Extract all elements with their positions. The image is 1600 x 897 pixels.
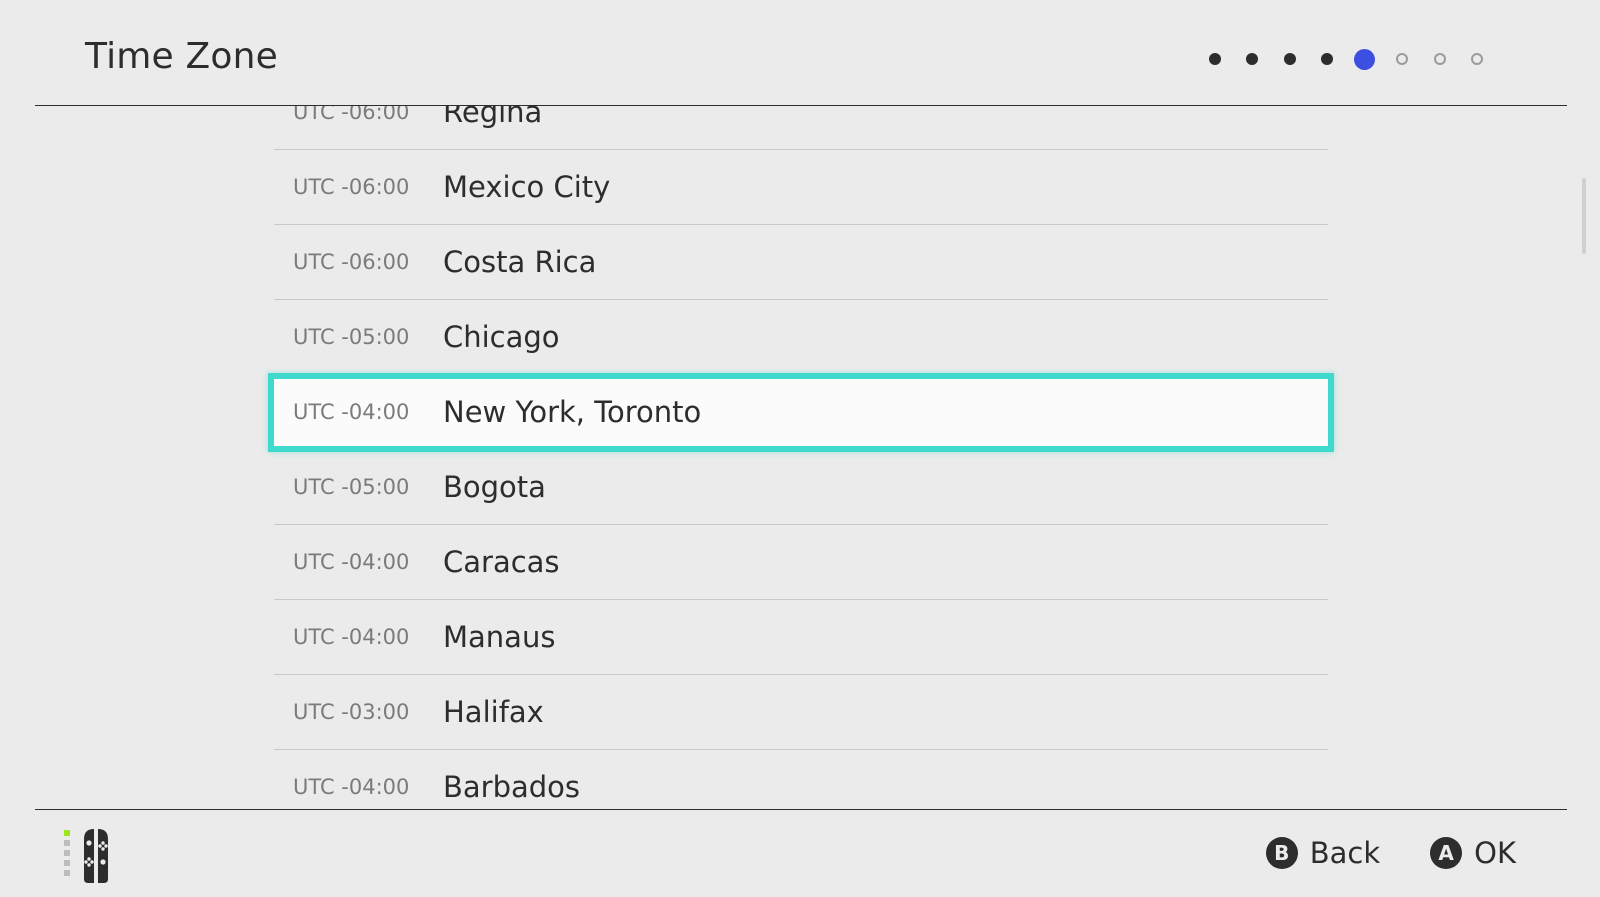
b-button-icon: B bbox=[1265, 837, 1298, 869]
utc-offset: UTC -06:00 bbox=[293, 106, 410, 124]
back-label: Back bbox=[1309, 836, 1381, 870]
step-dot-6 bbox=[1384, 48, 1422, 70]
utc-offset: UTC -06:00 bbox=[293, 175, 410, 199]
step-dot-1 bbox=[1196, 48, 1234, 70]
step-dot-5-current bbox=[1346, 48, 1384, 70]
page-title: Time Zone bbox=[85, 36, 278, 77]
a-button-icon: A bbox=[1430, 837, 1463, 869]
step-dot-8 bbox=[1459, 48, 1497, 70]
city-name: Halifax bbox=[443, 695, 544, 729]
time-zone-row[interactable]: UTC -05:00 Bogota bbox=[274, 450, 1328, 525]
time-zone-row[interactable]: UTC -06:00 Regina bbox=[274, 106, 1328, 150]
time-zone-row[interactable]: UTC -06:00 Costa Rica bbox=[274, 225, 1328, 300]
step-dot-4 bbox=[1309, 48, 1347, 70]
utc-offset: UTC -03:00 bbox=[293, 700, 410, 724]
step-dot-7 bbox=[1421, 48, 1459, 70]
ok-button[interactable]: A OK bbox=[1430, 836, 1516, 870]
footer-actions: B Back A OK bbox=[1265, 836, 1516, 870]
utc-offset: UTC -04:00 bbox=[293, 400, 410, 424]
footer-divider bbox=[35, 809, 1567, 810]
utc-offset: UTC -06:00 bbox=[293, 250, 410, 274]
utc-offset: UTC -04:00 bbox=[293, 550, 410, 574]
time-zone-list[interactable]: UTC -06:00 Regina UTC -06:00 Mexico City… bbox=[268, 106, 1334, 809]
utc-offset: UTC -05:00 bbox=[293, 325, 410, 349]
city-name: Manaus bbox=[443, 620, 556, 654]
city-name: Caracas bbox=[443, 545, 560, 579]
time-zone-row[interactable]: UTC -04:00 Barbados bbox=[274, 750, 1328, 809]
step-dot-3 bbox=[1271, 48, 1309, 70]
time-zone-row-selected[interactable]: UTC -04:00 New York, Toronto bbox=[268, 373, 1334, 452]
list-scrollbar[interactable] bbox=[1582, 178, 1586, 254]
time-zone-row[interactable]: UTC -05:00 Chicago bbox=[274, 300, 1328, 375]
ok-label: OK bbox=[1474, 836, 1516, 870]
city-name: Barbados bbox=[443, 770, 581, 804]
time-zone-row[interactable]: UTC -04:00 Manaus bbox=[274, 600, 1328, 675]
utc-offset: UTC -04:00 bbox=[293, 775, 410, 799]
joy-con-pair-icon bbox=[64, 829, 108, 883]
city-name: Regina bbox=[443, 106, 543, 129]
city-name: Mexico City bbox=[443, 170, 611, 204]
back-button[interactable]: B Back bbox=[1265, 836, 1381, 870]
utc-offset: UTC -05:00 bbox=[293, 475, 410, 499]
setup-progress-indicator bbox=[1196, 48, 1496, 70]
city-name: Costa Rica bbox=[443, 245, 597, 279]
time-zone-screen: Time Zone UTC -06:00 Regina UTC -06:00 M… bbox=[0, 0, 1600, 897]
time-zone-row[interactable]: UTC -06:00 Mexico City bbox=[274, 150, 1328, 225]
city-name: Chicago bbox=[443, 320, 560, 354]
step-dot-2 bbox=[1234, 48, 1272, 70]
time-zone-row[interactable]: UTC -04:00 Caracas bbox=[274, 525, 1328, 600]
city-name: New York, Toronto bbox=[443, 395, 702, 429]
city-name: Bogota bbox=[443, 470, 546, 504]
time-zone-list-viewport[interactable]: UTC -06:00 Regina UTC -06:00 Mexico City… bbox=[0, 106, 1600, 809]
utc-offset: UTC -04:00 bbox=[293, 625, 410, 649]
time-zone-row[interactable]: UTC -03:00 Halifax bbox=[274, 675, 1328, 750]
